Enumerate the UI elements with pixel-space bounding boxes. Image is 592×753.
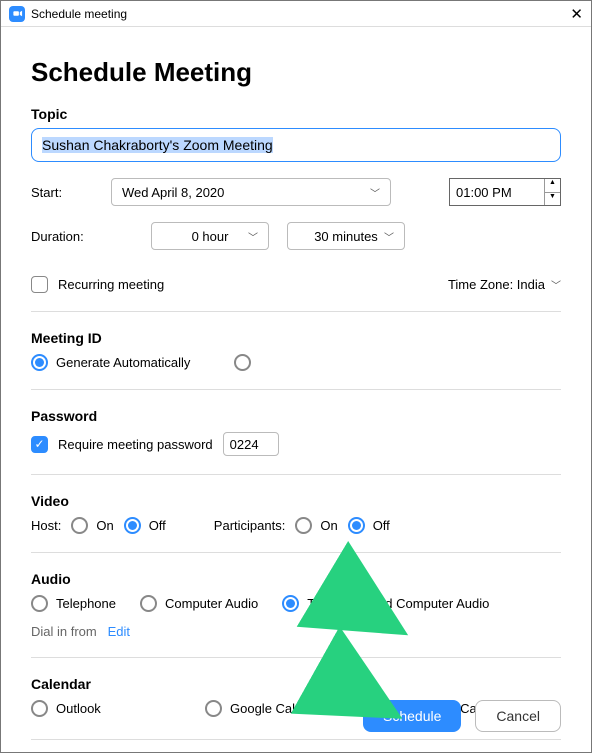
- divider: [31, 739, 561, 740]
- duration-minutes-value: 30 minutes: [314, 229, 378, 244]
- recurring-checkbox[interactable]: [31, 276, 48, 293]
- radio-icon: [31, 700, 48, 717]
- start-label: Start:: [31, 185, 111, 200]
- timezone-label: Time Zone: India: [448, 277, 545, 292]
- radio-icon: [282, 595, 299, 612]
- topic-label: Topic: [31, 106, 561, 122]
- radio-icon: [205, 700, 222, 717]
- timezone-select[interactable]: Time Zone: India ﹀: [448, 277, 561, 292]
- audio-telephone-option[interactable]: Telephone: [31, 595, 116, 612]
- dial-in-edit-link[interactable]: Edit: [108, 624, 130, 639]
- require-password-label: Require meeting password: [58, 437, 213, 452]
- schedule-button[interactable]: Schedule: [363, 700, 461, 732]
- titlebar: Schedule meeting ✕: [1, 1, 591, 27]
- topic-value: Sushan Chakraborty's Zoom Meeting: [42, 137, 273, 153]
- calendar-heading: Calendar: [31, 676, 561, 692]
- radio-icon: [124, 517, 141, 534]
- radio-icon: [234, 354, 251, 371]
- password-value: 0224: [230, 437, 259, 452]
- duration-hours-select[interactable]: 0 hour ﹀: [151, 222, 269, 250]
- meeting-id-auto-option[interactable]: Generate Automatically: [31, 354, 190, 371]
- chevron-down-icon: ﹀: [370, 185, 380, 200]
- meeting-id-auto-label: Generate Automatically: [56, 355, 190, 370]
- video-host-label: Host:: [31, 518, 61, 533]
- start-time-value: 01:00 PM: [456, 185, 512, 200]
- video-participants-off[interactable]: Off: [348, 517, 390, 534]
- divider: [31, 474, 561, 475]
- dial-in-label: Dial in from: [31, 624, 97, 639]
- video-participants-label: Participants:: [214, 518, 286, 533]
- close-icon[interactable]: ✕: [570, 5, 583, 23]
- window-title: Schedule meeting: [31, 7, 127, 21]
- divider: [31, 389, 561, 390]
- duration-label: Duration:: [31, 229, 111, 244]
- start-date-value: Wed April 8, 2020: [122, 185, 224, 200]
- start-date-select[interactable]: Wed April 8, 2020 ﹀: [111, 178, 391, 206]
- schedule-meeting-window: Schedule meeting ✕ Schedule Meeting Topi…: [0, 0, 592, 753]
- cancel-button[interactable]: Cancel: [475, 700, 561, 732]
- video-host-off[interactable]: Off: [124, 517, 166, 534]
- radio-icon: [348, 517, 365, 534]
- audio-both-option[interactable]: Telephone and Computer Audio: [282, 595, 489, 612]
- topic-input[interactable]: Sushan Chakraborty's Zoom Meeting: [31, 128, 561, 162]
- chevron-down-icon: ﹀: [248, 229, 258, 244]
- calendar-google-option[interactable]: Google Calendar: [205, 700, 375, 717]
- password-input[interactable]: 0224: [223, 432, 279, 456]
- meeting-id-heading: Meeting ID: [31, 330, 561, 346]
- divider: [31, 311, 561, 312]
- divider: [31, 657, 561, 658]
- duration-hours-value: 0 hour: [192, 229, 229, 244]
- require-password-checkbox[interactable]: [31, 436, 48, 453]
- radio-icon: [31, 595, 48, 612]
- audio-heading: Audio: [31, 571, 561, 587]
- video-heading: Video: [31, 493, 561, 509]
- video-participants-on[interactable]: On: [295, 517, 337, 534]
- password-heading: Password: [31, 408, 561, 424]
- start-time-input[interactable]: 01:00 PM ▲▼: [449, 178, 561, 206]
- audio-computer-option[interactable]: Computer Audio: [140, 595, 258, 612]
- calendar-outlook-option[interactable]: Outlook: [31, 700, 181, 717]
- page-title: Schedule Meeting: [31, 57, 561, 88]
- divider: [31, 552, 561, 553]
- duration-minutes-select[interactable]: 30 minutes ﹀: [287, 222, 405, 250]
- chevron-down-icon: ﹀: [551, 277, 561, 292]
- radio-icon: [295, 517, 312, 534]
- recurring-label: Recurring meeting: [58, 277, 164, 292]
- radio-icon: [31, 354, 48, 371]
- radio-icon: [140, 595, 157, 612]
- meeting-id-personal-option[interactable]: [234, 354, 259, 371]
- chevron-down-icon: ﹀: [384, 229, 394, 244]
- video-host-on[interactable]: On: [71, 517, 113, 534]
- zoom-app-icon: [9, 6, 25, 22]
- radio-icon: [71, 517, 88, 534]
- time-spinner[interactable]: ▲▼: [544, 179, 560, 205]
